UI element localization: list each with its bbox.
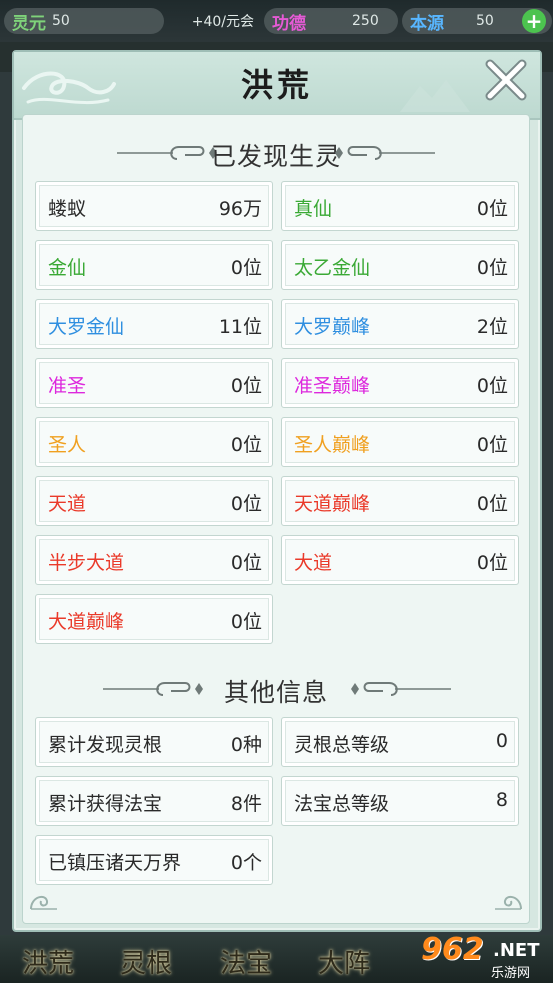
- info-row-linggen-level: 灵根总等级 0: [281, 717, 519, 767]
- lingyuan-resource: 灵元 50: [4, 8, 164, 34]
- creature-count: 0位: [230, 434, 262, 456]
- nav-dazhen[interactable]: 大阵: [318, 943, 370, 980]
- creature-count: 11位: [218, 316, 262, 338]
- watermark-sub: 乐游网: [491, 966, 531, 981]
- honghuang-dialog: 洪荒 已发现生灵 蝼蚁 96万 真仙 0位 金仙 0位 太乙金仙 0位 大罗金仙…: [12, 50, 542, 932]
- corner-ornament-icon: [30, 895, 57, 910]
- creature-name: 大道巅峰: [48, 611, 125, 633]
- corner-ornament-icon: [495, 895, 522, 910]
- creature-count: 0位: [230, 493, 262, 515]
- close-icon[interactable]: [480, 54, 532, 106]
- benyuan-value: 50: [476, 13, 494, 29]
- creature-row-zhunsheng: 准圣 0位: [35, 358, 273, 408]
- creature-count: 0位: [230, 611, 262, 633]
- creature-name: 准圣巅峰: [294, 375, 371, 397]
- creature-row-dadao: 大道 0位: [281, 535, 519, 585]
- section-discovered-header: 已发现生灵: [23, 133, 529, 173]
- section-other-header: 其他信息: [23, 669, 529, 709]
- creature-count: 0位: [230, 375, 262, 397]
- creature-count: 0位: [476, 493, 508, 515]
- info-row-worlds-suppressed: 已镇压诸天万界 0个: [35, 835, 273, 885]
- info-row-fabao-level: 法宝总等级 8: [281, 776, 519, 826]
- creature-row-daluo-jinxian: 大罗金仙 11位: [35, 299, 273, 349]
- creature-name: 天道巅峰: [294, 493, 371, 515]
- creature-row-zhunsheng-dianfeng: 准圣巅峰 0位: [281, 358, 519, 408]
- gongde-resource: 功德 250: [264, 8, 398, 34]
- creature-row-daluo-dianfeng: 大罗巅峰 2位: [281, 299, 519, 349]
- creature-name: 真仙: [294, 198, 333, 220]
- lingyuan-rate-text: +40/元会: [191, 14, 254, 30]
- nav-honghuang[interactable]: 洪荒: [22, 943, 74, 980]
- info-value: 8件: [230, 793, 262, 815]
- gongde-value: 250: [352, 13, 379, 29]
- info-name: 灵根总等级: [294, 734, 390, 756]
- creature-name: 蝼蚁: [48, 198, 87, 220]
- creature-row-louyi: 蝼蚁 96万: [35, 181, 273, 231]
- creature-name: 大罗巅峰: [294, 316, 371, 338]
- info-row-linggen-found: 累计发现灵根 0种: [35, 717, 273, 767]
- creature-row-tiandao: 天道 0位: [35, 476, 273, 526]
- creature-count: 96万: [218, 198, 262, 220]
- creature-name: 圣人巅峰: [294, 434, 371, 456]
- nav-linggen[interactable]: 灵根: [120, 943, 172, 980]
- creature-row-jinxian: 金仙 0位: [35, 240, 273, 290]
- creature-count: 0位: [476, 257, 508, 279]
- info-value: 0个: [230, 852, 262, 874]
- scroll-ornament-right-icon: [335, 146, 435, 160]
- creature-name: 半步大道: [48, 552, 125, 574]
- creature-name: 大罗金仙: [48, 316, 125, 338]
- info-row-fabao-obtained: 累计获得法宝 8件: [35, 776, 273, 826]
- creature-name: 天道: [48, 493, 87, 515]
- creature-count: 0位: [230, 552, 262, 574]
- creature-count: 0位: [476, 375, 508, 397]
- creature-count: 0位: [476, 198, 508, 220]
- creature-count: 0位: [476, 434, 508, 456]
- gongde-label: 功德: [272, 13, 306, 34]
- info-value: 0种: [230, 734, 262, 756]
- dialog-title: 洪荒: [240, 66, 313, 104]
- lingyuan-label: 灵元: [12, 13, 46, 34]
- info-value: 8: [495, 789, 508, 811]
- scroll-ornament-right-icon: [351, 682, 451, 696]
- creature-count: 2位: [476, 316, 508, 338]
- creature-name: 大道: [294, 552, 333, 574]
- watermark-suffix: .NET: [493, 940, 540, 961]
- add-benyuan-plus-icon[interactable]: +: [522, 9, 546, 33]
- creature-count: 0位: [476, 552, 508, 574]
- info-name: 累计发现灵根: [48, 734, 163, 756]
- lingyuan-rate: +40/元会: [170, 8, 262, 34]
- nav-fabao[interactable]: 法宝: [220, 943, 272, 980]
- section-discovered-title: 已发现生灵: [210, 142, 341, 171]
- lingyuan-value: 50: [52, 13, 70, 29]
- creature-row-tiandao-dianfeng: 天道巅峰 0位: [281, 476, 519, 526]
- info-value: 0: [495, 730, 508, 752]
- watermark-brand: 962: [421, 932, 484, 967]
- info-name: 已镇压诸天万界: [48, 852, 182, 874]
- creature-row-shengren-dianfeng: 圣人巅峰 0位: [281, 417, 519, 467]
- site-watermark: 962 .NET 乐游网: [407, 932, 547, 981]
- creature-row-dadao-dianfeng: 大道巅峰 0位: [35, 594, 273, 644]
- creature-row-shengren: 圣人 0位: [35, 417, 273, 467]
- creature-row-zhenxian: 真仙 0位: [281, 181, 519, 231]
- creature-row-taiyi-jinxian: 太乙金仙 0位: [281, 240, 519, 290]
- dialog-content: 已发现生灵 蝼蚁 96万 真仙 0位 金仙 0位 太乙金仙 0位 大罗金仙 11…: [22, 114, 530, 924]
- creature-row-banbu-dadao: 半步大道 0位: [35, 535, 273, 585]
- resource-bar: 灵元 50 +40/元会 功德 250 本源 50 +: [0, 0, 553, 42]
- creature-count: 0位: [230, 257, 262, 279]
- creature-name: 太乙金仙: [294, 257, 371, 279]
- dialog-header: 洪荒: [14, 52, 540, 120]
- benyuan-resource: 本源 50 +: [402, 8, 552, 34]
- creature-name: 金仙: [48, 257, 87, 279]
- info-name: 累计获得法宝: [48, 793, 163, 815]
- info-name: 法宝总等级: [294, 793, 390, 815]
- creature-name: 准圣: [48, 375, 87, 397]
- creature-name: 圣人: [48, 434, 87, 456]
- benyuan-label: 本源: [410, 13, 444, 34]
